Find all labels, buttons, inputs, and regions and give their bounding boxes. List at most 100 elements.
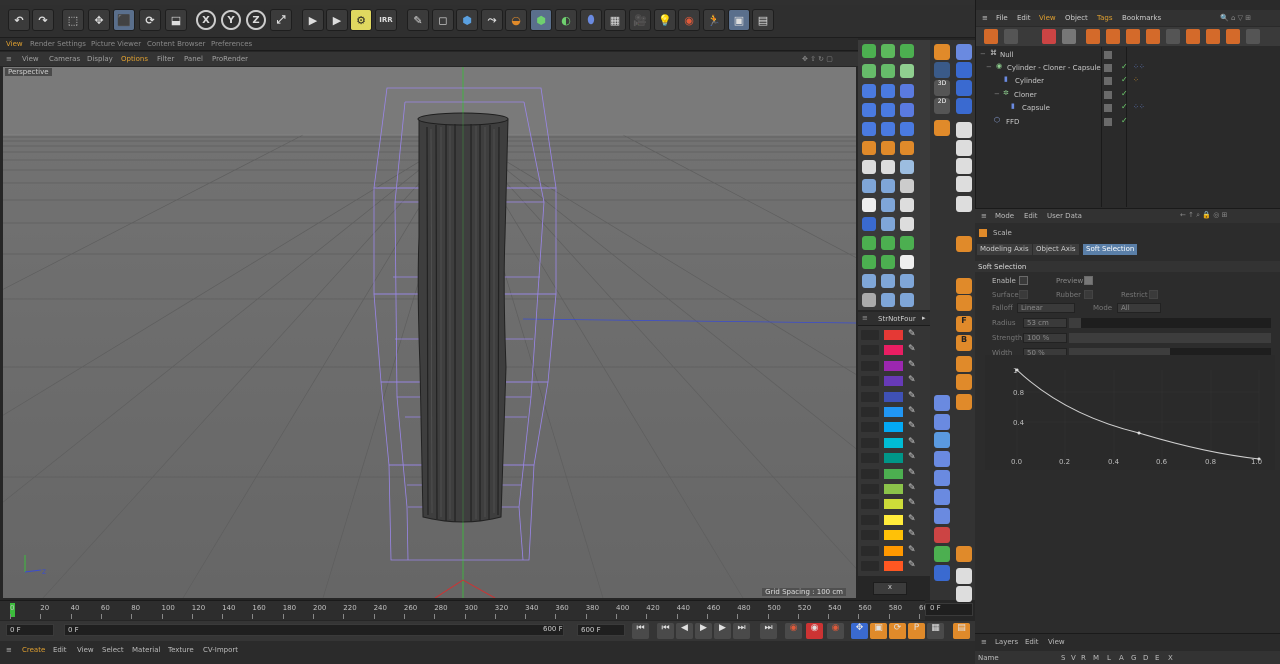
am-menu-icon[interactable]: ≡	[981, 212, 987, 220]
go-to-end-icon[interactable]: ⏭	[760, 623, 777, 639]
viewport-horizontal-icon[interactable]	[956, 158, 972, 174]
color-swatch[interactable]	[884, 422, 903, 433]
palette-item-voronoi-icon[interactable]	[862, 64, 876, 78]
mm-menu-material[interactable]: Material	[132, 646, 160, 654]
palette-item-squash-icon[interactable]	[881, 122, 895, 136]
viewport-split-icon[interactable]	[956, 196, 972, 212]
frame-range-bar[interactable]: 0 F	[64, 624, 564, 636]
tab-picture-viewer[interactable]: Picture Viewer	[91, 40, 141, 48]
mode-select[interactable]: All	[1117, 303, 1161, 313]
floor-button[interactable]: ▦	[604, 9, 626, 31]
enabled-check-icon[interactable]: ✓	[1121, 116, 1128, 125]
light-button[interactable]: 💡	[654, 9, 676, 31]
eyedropper-icon[interactable]: ✎	[908, 391, 918, 401]
plane-icon[interactable]	[934, 489, 950, 505]
previous-frame-icon[interactable]: ◀	[676, 623, 693, 639]
object-row-cylinder-cloner-capsule[interactable]: − ◉ Cylinder - Cloner - Capsule ✓ ⁘⁘	[976, 62, 1280, 75]
object-row-ffd[interactable]: ⬡ FFD ✓	[976, 116, 1280, 129]
palette-item-emitter-icon[interactable]	[881, 274, 895, 288]
viewport-menu-cameras[interactable]: Cameras	[49, 55, 80, 63]
viewport-menu-panel[interactable]: Panel	[184, 55, 203, 63]
eyedropper-icon[interactable]: ✎	[908, 483, 918, 493]
palette-item-lathe-icon[interactable]	[881, 141, 895, 155]
palette-item-area-light-icon[interactable]	[900, 198, 914, 212]
color-swatch[interactable]	[884, 484, 903, 494]
tag-f-icon[interactable]	[1206, 29, 1220, 44]
points-mode-icon[interactable]	[956, 44, 972, 60]
palette-item-background-icon[interactable]	[900, 179, 914, 193]
mm-menu-edit[interactable]: Edit	[53, 646, 67, 654]
tab-render-settings[interactable]: Render Settings	[30, 40, 86, 48]
palette-item-target-icon[interactable]	[862, 217, 876, 231]
eyedropper-icon[interactable]: ✎	[908, 421, 918, 431]
om-menu-icon[interactable]: ≡	[982, 14, 988, 22]
render-settings-button[interactable]: ⚙	[350, 9, 372, 31]
mm-menu-select[interactable]: Select	[102, 646, 124, 654]
am-nav-icons[interactable]: ← ↑ ⌕ 🔒 ◎ ⊞	[1180, 211, 1227, 220]
y-axis-toggle[interactable]: Y	[220, 9, 242, 31]
timeline-layout-icon[interactable]: ▤	[953, 623, 970, 639]
palette-item-sky-icon[interactable]	[862, 179, 876, 193]
color-swatch[interactable]	[884, 453, 903, 464]
tag-h-icon[interactable]	[1246, 29, 1260, 44]
spline-pen-button[interactable]: ✎	[407, 9, 429, 31]
restrict-checkbox[interactable]	[1149, 290, 1158, 299]
2d-mode-icon[interactable]: 2D	[934, 98, 950, 114]
layer-col-a[interactable]: A	[1119, 654, 1124, 662]
swatch-row-toggle[interactable]	[861, 499, 879, 510]
swatch-row-toggle[interactable]	[861, 484, 879, 494]
palette-item-target-camera-icon[interactable]	[881, 160, 895, 174]
layer-col-m[interactable]: M	[1093, 654, 1099, 662]
perspective-viewport[interactable]: Z Perspective Grid Spacing : 100 cm	[3, 67, 856, 598]
palette-item-ffd-icon[interactable]	[900, 103, 914, 117]
tag-icon[interactable]: ⁘⁘	[1133, 63, 1145, 71]
eyedropper-icon[interactable]: ✎	[908, 529, 918, 539]
strength-field[interactable]: 100 %	[1023, 333, 1067, 343]
palette-item-light-icon[interactable]	[862, 198, 876, 212]
eyedropper-icon[interactable]: ✎	[908, 437, 918, 447]
swatch-menu-icon[interactable]: ≡	[862, 314, 868, 322]
f-key-icon[interactable]: F	[956, 316, 972, 332]
palette-item-twist-icon[interactable]	[881, 103, 895, 117]
render-view-button[interactable]: ▶	[302, 9, 324, 31]
cone-icon[interactable]	[934, 414, 950, 430]
coordinate-system-button[interactable]: ⤢	[270, 9, 292, 31]
menu-icon[interactable]: ≡	[6, 55, 12, 63]
number-icon[interactable]	[934, 565, 950, 581]
layer-col-d[interactable]: D	[1143, 654, 1148, 662]
key-param-icon[interactable]: P	[908, 623, 925, 639]
cube-icon[interactable]	[956, 394, 972, 410]
next-key-icon[interactable]: ⏭	[733, 623, 750, 639]
viewport-menu-prorender[interactable]: ProRender	[212, 55, 248, 63]
visibility-toggle[interactable]	[1104, 118, 1112, 126]
palette-item-extrude-icon[interactable]	[862, 141, 876, 155]
palette-item-bend-icon[interactable]	[862, 84, 876, 98]
palette-item-floor-icon[interactable]	[900, 160, 914, 174]
enabled-check-icon[interactable]: ✓	[1121, 75, 1128, 84]
deformer-button[interactable]: ◐	[555, 9, 577, 31]
lm-menu-edit[interactable]: Edit	[1025, 638, 1039, 646]
mm-menu-icon[interactable]: ≡	[6, 646, 12, 654]
recent-tools-button[interactable]: ⬓	[165, 9, 187, 31]
palette-item-taper-icon[interactable]	[862, 103, 876, 117]
eyedropper-icon[interactable]: ✎	[908, 375, 918, 385]
undo-button[interactable]: ↶	[8, 9, 30, 31]
palette-item-spline-mask-icon[interactable]	[900, 64, 914, 78]
am-menu-mode[interactable]: Mode	[995, 212, 1014, 220]
chevron-down-icon[interactable]	[956, 374, 972, 390]
tag-button[interactable]: ◉	[678, 9, 700, 31]
surface-checkbox[interactable]	[1019, 290, 1028, 299]
swatch-row-toggle[interactable]	[861, 437, 879, 448]
go-to-start-icon[interactable]: ⏮	[632, 623, 649, 639]
tag-a-icon[interactable]	[1106, 29, 1120, 44]
uv-mode-icon[interactable]	[956, 98, 972, 114]
play-icon[interactable]: ▶	[695, 623, 712, 639]
render-picture-viewer-button[interactable]: ▶	[326, 9, 348, 31]
visibility-toggle[interactable]	[1104, 51, 1112, 59]
disc-icon[interactable]	[934, 470, 950, 486]
torus-icon[interactable]	[934, 527, 950, 543]
b-key-icon[interactable]: B	[956, 335, 972, 351]
palette-item-wind-icon[interactable]	[900, 293, 914, 307]
eyedropper-icon[interactable]: ✎	[908, 468, 918, 478]
eyedropper-icon[interactable]: ✎	[908, 452, 918, 462]
